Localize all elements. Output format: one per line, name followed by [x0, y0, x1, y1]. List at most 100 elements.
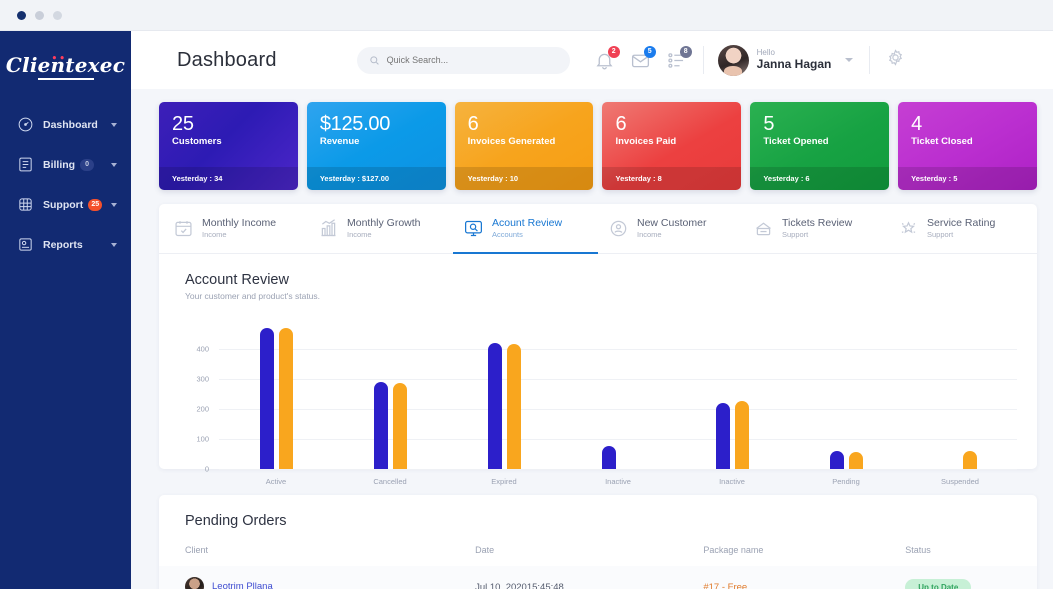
order-time: 15:45:48 — [527, 582, 564, 589]
stat-footer: Yesterday : 5 — [898, 167, 1037, 190]
bar-group: Active — [219, 319, 333, 469]
window-minimize-dot[interactable] — [35, 11, 44, 20]
tab-title: New Customer — [637, 217, 706, 230]
stat-cards: 25 Customers Yesterday : 34 $125.00 Reve… — [131, 89, 1053, 190]
bar-group: Inactive — [675, 319, 789, 469]
stat-value: 4 — [898, 102, 1037, 135]
chart-subtitle: Your customer and product's status. — [185, 291, 1037, 301]
logo-underline — [38, 78, 94, 80]
window-maximize-dot[interactable] — [53, 11, 62, 20]
bar[interactable] — [374, 382, 388, 469]
search-input[interactable] — [387, 55, 558, 65]
bar[interactable] — [393, 383, 407, 469]
tasks-badge: 8 — [680, 46, 692, 58]
chevron-down-icon — [111, 243, 117, 247]
stat-footer: Yesterday : $127.00 — [307, 167, 446, 190]
stat-card-invoices-paid[interactable]: 6 Invoices Paid Yesterday : 8 — [602, 102, 741, 190]
cell-status: Up to Date — [905, 566, 1037, 589]
main-area: Dashboard 2 5 — [131, 31, 1053, 589]
tab-title: Monthly Income — [202, 217, 276, 230]
column-header-date: Date — [475, 539, 703, 566]
search-box[interactable] — [357, 47, 570, 74]
stat-footer: Yesterday : 6 — [750, 167, 889, 190]
x-axis-tick: Inactive — [561, 477, 675, 486]
search-icon — [369, 55, 380, 66]
bar[interactable] — [735, 401, 749, 469]
chevron-down-icon — [111, 123, 117, 127]
stat-value: 5 — [750, 102, 889, 135]
tab-subtitle: Income — [202, 230, 276, 239]
tab-acount-review[interactable]: Acount Review Accounts — [453, 204, 598, 254]
client-name-link[interactable]: Leotrim Pllana — [212, 581, 273, 589]
stat-value: $125.00 — [307, 102, 446, 135]
gridline — [219, 469, 1017, 470]
cell-package: #17 - Free — [703, 566, 905, 589]
tab-monthly-income[interactable]: Monthly Income Income — [163, 204, 308, 254]
messages-button[interactable]: 5 — [630, 50, 651, 71]
profile-greeting: Hello — [757, 48, 832, 58]
client-avatar — [185, 577, 204, 589]
table-row[interactable]: Leotrim Pllana Jul 10, 202015:45:48 #17 … — [159, 566, 1037, 589]
invoice-icon — [17, 156, 34, 173]
lifebuoy-icon — [17, 196, 34, 213]
bar[interactable] — [279, 328, 293, 469]
stat-label: Invoices Paid — [602, 135, 741, 147]
stat-card-ticket-closed[interactable]: 4 Ticket Closed Yesterday : 5 — [898, 102, 1037, 190]
bar-group: Pending — [789, 319, 903, 469]
sidebar-item-billing[interactable]: Billing 0 — [0, 146, 131, 184]
stat-label: Customers — [159, 135, 298, 147]
notifications-badge: 2 — [608, 46, 620, 58]
cell-date: Jul 10, 202015:45:48 — [475, 566, 703, 589]
bar[interactable] — [830, 451, 844, 469]
tab-subtitle: Income — [347, 230, 421, 239]
window-controls — [17, 11, 62, 20]
sidebar-item-reports[interactable]: Reports — [0, 226, 131, 264]
chevron-down-icon — [845, 58, 853, 62]
bar-group: Inactive — [561, 319, 675, 469]
messages-badge: 5 — [644, 46, 656, 58]
brand-logo[interactable]: •• Clientexec — [0, 53, 131, 80]
stat-label: Invoices Generated — [455, 135, 594, 147]
package-link[interactable]: #17 - Free — [703, 582, 747, 589]
app-root: •• Clientexec Dashboard Billing 0 — [0, 0, 1053, 589]
bar[interactable] — [716, 403, 730, 469]
tab-title: Tickets Review — [782, 217, 852, 230]
tab-service-rating[interactable]: Service Rating Support — [888, 204, 1033, 254]
stat-card-revenue[interactable]: $125.00 Revenue Yesterday : $127.00 — [307, 102, 446, 190]
logo-umlaut-icon: •• — [52, 54, 68, 64]
bar[interactable] — [963, 451, 977, 469]
profile-menu[interactable]: Hello Janna Hagan — [718, 45, 854, 76]
bar[interactable] — [488, 343, 502, 469]
tab-title: Acount Review — [492, 217, 562, 230]
bar-groups: ActiveCancelledExpiredInactiveInactivePe… — [219, 319, 1017, 469]
stat-value: 6 — [602, 102, 741, 135]
stat-card-customers[interactable]: 25 Customers Yesterday : 34 — [159, 102, 298, 190]
orders-title: Pending Orders — [159, 495, 1037, 529]
tab-new-customer[interactable]: New Customer Income — [598, 204, 743, 254]
stat-card-ticket-opened[interactable]: 5 Ticket Opened Yesterday : 6 — [750, 102, 889, 190]
stat-label: Ticket Opened — [750, 135, 889, 147]
y-axis-tick: 200 — [196, 404, 209, 413]
notifications-button[interactable]: 2 — [594, 50, 615, 71]
settings-button[interactable] — [886, 48, 905, 72]
sidebar-badge-billing: 0 — [80, 159, 94, 171]
stat-card-invoices-generated[interactable]: 6 Invoices Generated Yesterday : 10 — [455, 102, 594, 190]
bar[interactable] — [260, 328, 274, 469]
column-header-package: Package name — [703, 539, 905, 566]
bar[interactable] — [849, 452, 863, 469]
orders-table: Client Date Package name Status Leotrim … — [159, 539, 1037, 589]
sidebar-item-support[interactable]: Support 25 — [0, 186, 131, 224]
bar[interactable] — [507, 344, 521, 469]
header-divider — [703, 46, 704, 74]
pending-orders-panel: Pending Orders Client Date Package name … — [159, 495, 1037, 589]
tasks-button[interactable]: 8 — [666, 50, 687, 71]
bar[interactable] — [602, 446, 616, 469]
x-axis-tick: Cancelled — [333, 477, 447, 486]
stat-label: Ticket Closed — [898, 135, 1037, 147]
tab-monthly-growth[interactable]: Monthly Growth Income — [308, 204, 453, 254]
sidebar-item-dashboard[interactable]: Dashboard — [0, 106, 131, 144]
window-close-dot[interactable] — [17, 11, 26, 20]
tab-tickets-review[interactable]: Tickets Review Support — [743, 204, 888, 254]
tab-bar: Monthly Income Income Monthly Growth Inc… — [159, 204, 1037, 254]
tab-subtitle: Income — [637, 230, 706, 239]
